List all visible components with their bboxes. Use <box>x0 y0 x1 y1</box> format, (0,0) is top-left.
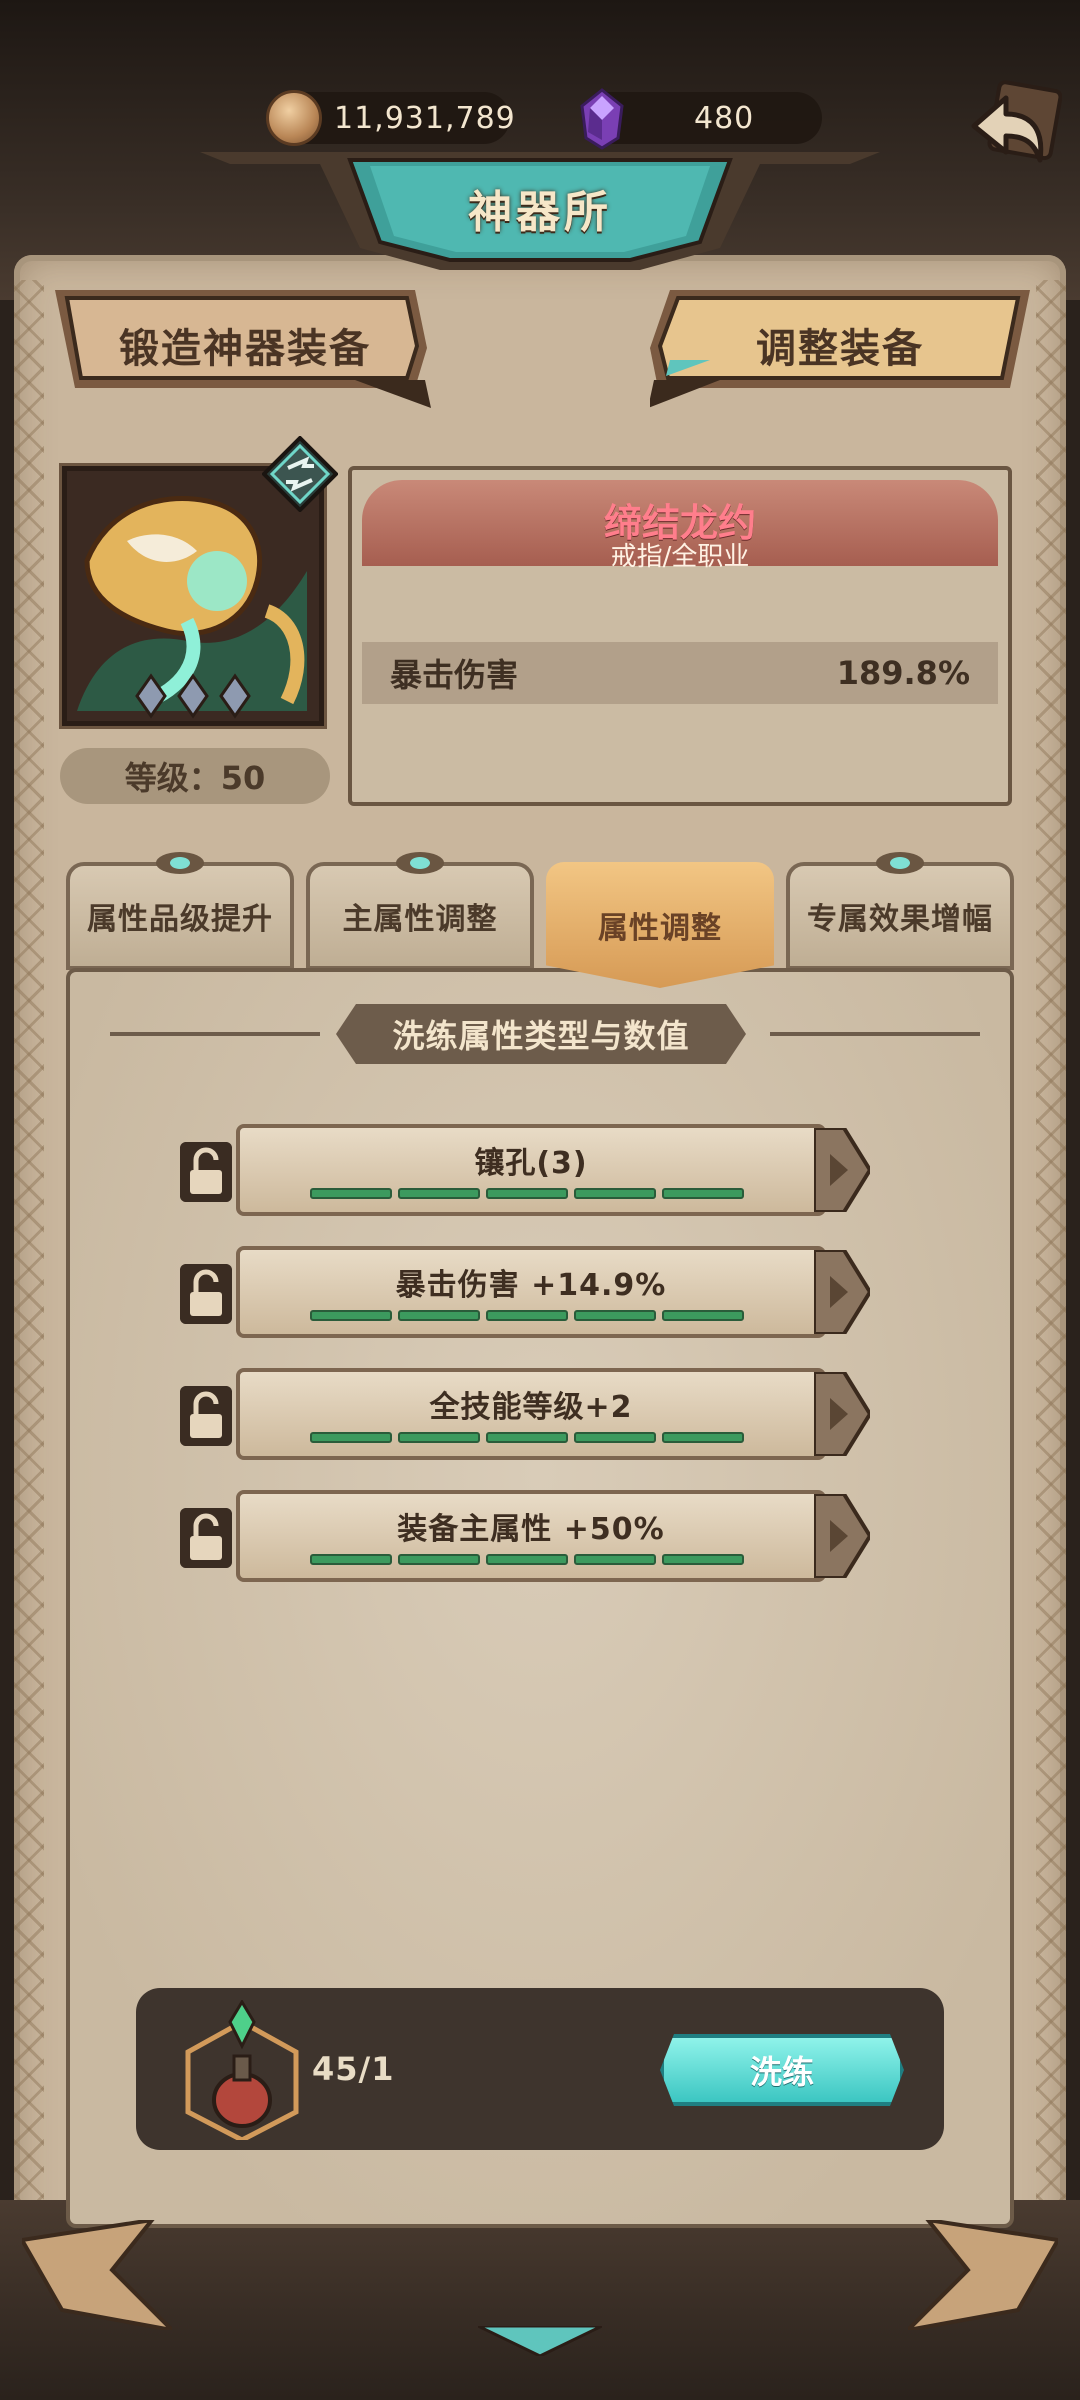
gem-amount: 480 <box>694 100 755 136</box>
artifact-main-stat: 暴击伤害 189.8% <box>362 642 998 704</box>
property-level-bar <box>310 1188 744 1199</box>
gem-icon <box>580 88 624 150</box>
forge-button-label: 锻造神器装备 <box>119 326 371 372</box>
gem-counter[interactable]: 480 <box>580 88 822 150</box>
tab-label: 属性品级提升 <box>87 902 273 937</box>
tab-gem-icon <box>396 852 444 874</box>
tab-gem-icon <box>156 852 204 874</box>
artifact-level: 等级：50 <box>60 748 330 804</box>
lock-icon[interactable] <box>180 1508 232 1568</box>
forge-artifact-button[interactable]: 锻造神器装备 <box>55 288 435 408</box>
refine-button[interactable]: 洗练 <box>660 2034 904 2106</box>
tab-quality-upgrade[interactable]: 属性品级提升 <box>66 852 294 970</box>
lock-icon[interactable] <box>180 1142 232 1202</box>
main-stat-value: 189.8% <box>836 654 970 692</box>
material-count: 45/1 <box>312 2050 395 2088</box>
adjust-button-label: 调整装备 <box>756 326 924 372</box>
chevron-down-icon[interactable] <box>478 2326 602 2356</box>
coin-icon <box>266 90 322 146</box>
artifact-info-panel: 缔结龙约 戒指/全职业 暴击伤害 189.8% <box>348 466 1012 806</box>
artifact-type: 戒指/全职业 <box>610 542 750 572</box>
lock-icon[interactable] <box>180 1386 232 1446</box>
tab-label: 属性调整 <box>598 911 722 946</box>
property-row[interactable]: 装备主属性 +50% <box>180 1490 880 1586</box>
corner-ornament-right <box>908 2220 1058 2330</box>
property-row[interactable]: 镶孔(3) <box>180 1124 880 1220</box>
left-border-pattern <box>14 280 44 2300</box>
property-level-bar <box>310 1432 744 1443</box>
property-label: 镶孔(3) <box>474 1146 588 1181</box>
corner-ornament-left <box>22 2220 172 2330</box>
tab-label: 主属性调整 <box>342 902 498 937</box>
tab-attribute-adjust[interactable]: 属性调整 <box>546 862 774 988</box>
tab-exclusive-effect[interactable]: 专属效果增幅 <box>786 852 1014 970</box>
coin-amount: 11,931,789 <box>334 100 516 136</box>
divider-right <box>770 1032 980 1036</box>
property-label: 装备主属性 +50% <box>397 1512 665 1547</box>
tab-main-attribute[interactable]: 主属性调整 <box>306 852 534 970</box>
property-row[interactable]: 全技能等级+2 <box>180 1368 880 1464</box>
property-level-bar <box>310 1310 744 1321</box>
property-label: 全技能等级+2 <box>429 1390 633 1425</box>
tab-gem-icon <box>876 852 924 874</box>
back-arrow-icon[interactable] <box>954 80 1062 188</box>
tab-label: 专属效果增幅 <box>807 902 993 937</box>
property-row[interactable]: 暴击伤害 +14.9% <box>180 1246 880 1342</box>
main-stat-name: 暴击伤害 <box>390 656 519 694</box>
artifact-name-header: 缔结龙约 戒指/全职业 <box>362 480 998 572</box>
potion-icon[interactable] <box>180 2000 304 2140</box>
adjust-equipment-button[interactable]: 调整装备 <box>648 288 1030 408</box>
property-level-bar <box>310 1554 744 1565</box>
lock-icon[interactable] <box>180 1264 232 1324</box>
coin-counter[interactable]: 11,931,789 <box>266 90 515 146</box>
right-border-pattern <box>1036 280 1066 2300</box>
swap-icon[interactable] <box>262 436 338 512</box>
property-label: 暴击伤害 +14.9% <box>395 1268 667 1303</box>
divider-left <box>110 1032 320 1036</box>
section-title: 洗练属性类型与数值 <box>336 1004 746 1064</box>
page-title: 神器所 <box>468 187 612 238</box>
